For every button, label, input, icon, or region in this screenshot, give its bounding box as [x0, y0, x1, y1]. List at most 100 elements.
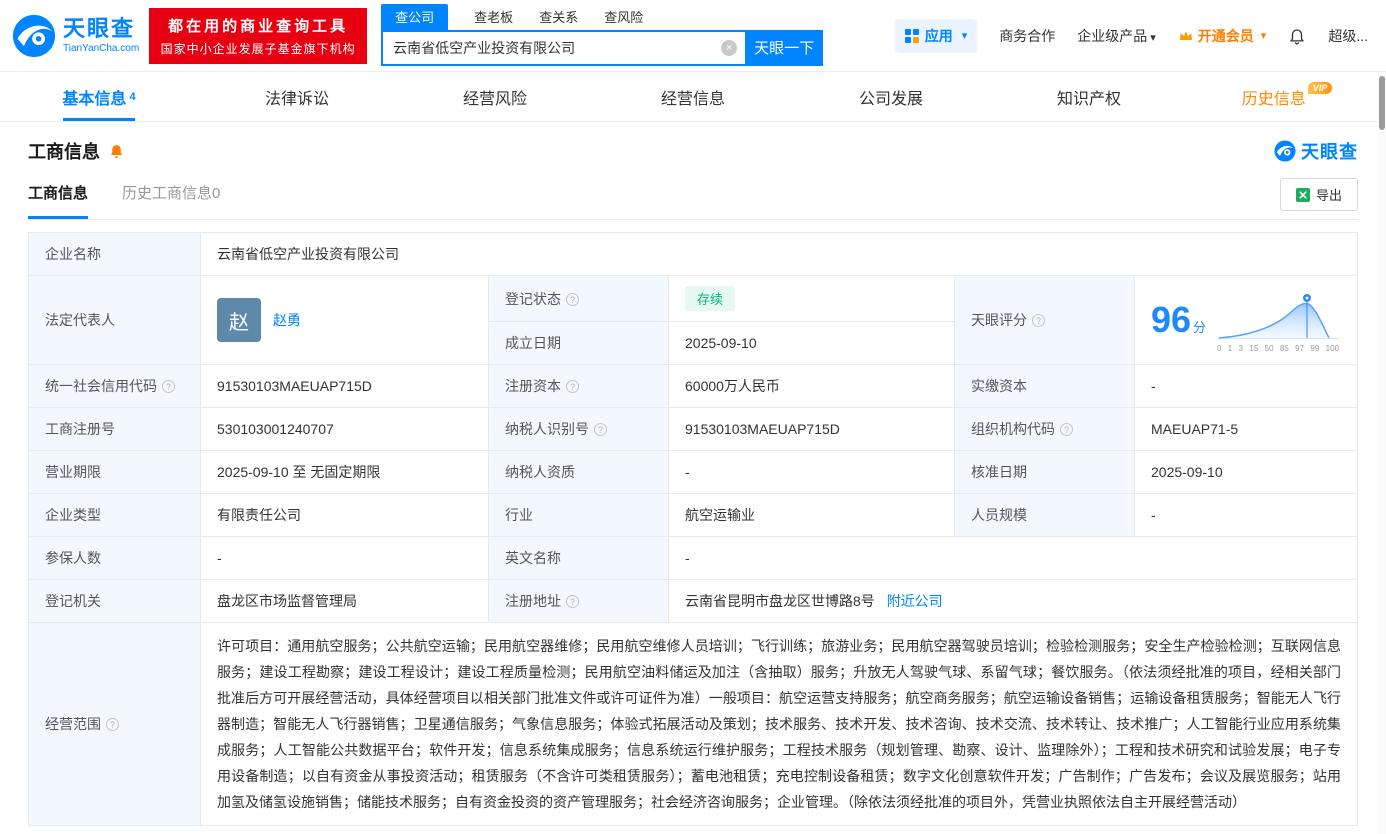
clear-search-icon[interactable]	[721, 39, 738, 56]
info-icon[interactable]	[1032, 314, 1045, 327]
search-tab-relation[interactable]: 查关系	[539, 7, 578, 30]
search-input[interactable]	[381, 29, 746, 66]
tab-company-development[interactable]: 公司发展	[792, 72, 990, 121]
watermark-logo: 天眼查	[1274, 138, 1358, 164]
score-number: 96 分	[1151, 299, 1207, 340]
value-reg-status: 存续	[668, 275, 955, 322]
company-section-nav: 基本信息 4 法律诉讼 经营风险 经营信息 公司发展 知识产权 历史信息 VIP	[0, 72, 1386, 122]
row-reg-authority: 登记机关 盘龙区市场监督管理局 注册地址 云南省昆明市盘龙区世博路8号 附近公司	[28, 579, 1358, 623]
promo-line2: 国家中小企业发展子基金旗下机构	[160, 41, 356, 56]
menu-super[interactable]: 超级...	[1328, 26, 1368, 46]
watermark-text: 天眼查	[1301, 142, 1358, 162]
label-insured-count: 参保人数	[28, 536, 201, 580]
label-company-type: 企业类型	[28, 493, 201, 537]
tab-label: 公司发展	[858, 90, 923, 108]
search-tab-company[interactable]: 查公司	[381, 3, 449, 30]
info-icon[interactable]	[566, 292, 579, 306]
export-label: 导出	[1315, 188, 1342, 203]
value-business-scope: 许可项目：通用航空服务；公共航空运输；民用航空器维修；民用航空维修人员培训；飞行…	[200, 622, 1358, 826]
row-reg-number: 工商注册号 530103001240707 纳税人识别号 91530103MAE…	[28, 407, 1358, 451]
crown-icon	[1179, 30, 1192, 40]
monitor-bell-icon[interactable]	[108, 143, 125, 160]
row-company-type: 企业类型 有限责任公司 行业 航空运输业 人员规模 -	[28, 493, 1358, 537]
scrollbar-thumb[interactable]	[1379, 76, 1385, 130]
info-icon[interactable]	[162, 380, 175, 393]
score-tick: 50	[1264, 343, 1274, 353]
value-english-name: -	[668, 536, 1358, 580]
label-industry: 行业	[488, 493, 669, 537]
label-reg-authority: 登记机关	[28, 579, 201, 623]
tab-history-info[interactable]: 历史信息 VIP	[1188, 72, 1386, 121]
notification-bell-icon[interactable]	[1288, 27, 1306, 45]
value-establish-date: 2025-09-10	[668, 321, 955, 365]
row-business-term: 营业期限 2025-09-10 至 无固定期限 纳税人资质 - 核准日期 202…	[28, 450, 1358, 494]
info-icon[interactable]	[566, 380, 579, 393]
label-reg-status: 登记状态	[488, 275, 669, 322]
nearby-companies-link[interactable]: 附近公司	[887, 593, 943, 609]
value-paid-capital: -	[1134, 364, 1358, 408]
row-insured-count: 参保人数 - 英文名称 -	[28, 536, 1358, 580]
legal-rep-link[interactable]: 赵勇	[273, 310, 301, 330]
value-credit-code: 91530103MAEUAP715D	[200, 364, 489, 408]
header-menu: 应用 商务合作 企业级产品 开通会员 超级...	[894, 18, 1368, 53]
value-company-type: 有限责任公司	[200, 493, 489, 537]
search-tab-risk[interactable]: 查风险	[604, 7, 643, 30]
membership-label: 开通会员	[1197, 27, 1254, 44]
value-company-name: 云南省低空产业投资有限公司	[200, 232, 1358, 276]
info-icon[interactable]	[106, 718, 119, 731]
export-button[interactable]: 导出	[1279, 178, 1358, 211]
tab-operating-risk[interactable]: 经营风险	[396, 72, 594, 121]
label-reg-capital: 注册资本	[488, 364, 669, 408]
score-tick: 97	[1295, 343, 1305, 353]
label-org-code: 组织机构代码	[954, 407, 1135, 451]
section-header: 工商信息 天眼查	[0, 122, 1386, 164]
score-axis: 0 1 3 15 50 85 97 99 100	[1217, 344, 1339, 353]
apps-menu[interactable]: 应用	[894, 18, 978, 53]
value-taxpayer-id: 91530103MAEUAP715D	[668, 407, 955, 451]
label-company-name: 企业名称	[28, 232, 201, 276]
label-taxpayer-quality: 纳税人资质	[488, 450, 669, 494]
subtab-business-info[interactable]: 工商信息	[28, 182, 89, 219]
value-reg-number: 530103001240707	[200, 407, 489, 451]
score-tick: 99	[1310, 343, 1320, 353]
tab-intellectual-property[interactable]: 知识产权	[990, 72, 1188, 121]
tab-basic-info[interactable]: 基本信息 4	[0, 72, 198, 121]
score-tick: 15	[1249, 343, 1259, 353]
menu-open-membership[interactable]: 开通会员	[1178, 26, 1267, 46]
label-reg-address: 注册地址	[488, 579, 669, 623]
row-company-name: 企业名称 云南省低空产业投资有限公司	[28, 232, 1358, 276]
score-tick: 100	[1325, 343, 1339, 353]
apps-label: 应用	[924, 27, 953, 44]
score-chart: 0 1 3 15 50 85 97 99 100	[1217, 288, 1341, 353]
value-reg-capital: 60000万人民币	[668, 364, 955, 408]
value-business-term: 2025-09-10 至 无固定期限	[200, 450, 489, 494]
legal-rep-avatar[interactable]: 赵	[217, 298, 261, 342]
menu-enterprise-products[interactable]: 企业级产品	[1077, 26, 1156, 46]
tianyancha-logo[interactable]: 天眼查 TianYanCha.com	[12, 14, 139, 58]
value-legal-rep: 赵 赵勇	[200, 275, 489, 365]
tab-label: 知识产权	[1056, 90, 1121, 108]
search-tab-boss[interactable]: 查老板	[474, 7, 513, 30]
label-staff-size: 人员规模	[954, 493, 1135, 537]
label-business-scope: 经营范围	[28, 622, 201, 826]
label-business-term: 营业期限	[28, 450, 201, 494]
info-icon[interactable]	[594, 423, 607, 436]
subtab-history-business-info[interactable]: 历史工商信息0	[122, 182, 220, 219]
info-icon[interactable]	[1060, 423, 1073, 436]
brand-eye-icon	[12, 14, 56, 57]
info-icon[interactable]	[566, 595, 579, 608]
value-reg-address: 云南省昆明市盘龙区世博路8号 附近公司	[668, 579, 1358, 623]
tab-operating-info[interactable]: 经营信息	[594, 72, 792, 121]
top-header: 天眼查 TianYanCha.com 都在用的商业查询工具 国家中小企业发展子基…	[0, 0, 1386, 72]
label-legal-rep: 法定代表人	[28, 275, 201, 365]
tab-legal-lawsuits[interactable]: 法律诉讼	[198, 72, 396, 121]
menu-business-cooperation[interactable]: 商务合作	[999, 26, 1055, 46]
score-tick: 3	[1238, 343, 1244, 353]
search-button[interactable]: 天眼一下	[745, 29, 824, 66]
page-title: 工商信息	[28, 142, 100, 162]
value-insured-count: -	[200, 536, 489, 580]
value-industry: 航空运输业	[668, 493, 955, 537]
row-legal-rep-status: 法定代表人 赵 赵勇 登记状态 存续 天眼评分 96分	[28, 275, 1358, 365]
label-english-name: 英文名称	[488, 536, 669, 580]
sub-tabs: 工商信息 历史工商信息0 导出	[28, 178, 1358, 220]
